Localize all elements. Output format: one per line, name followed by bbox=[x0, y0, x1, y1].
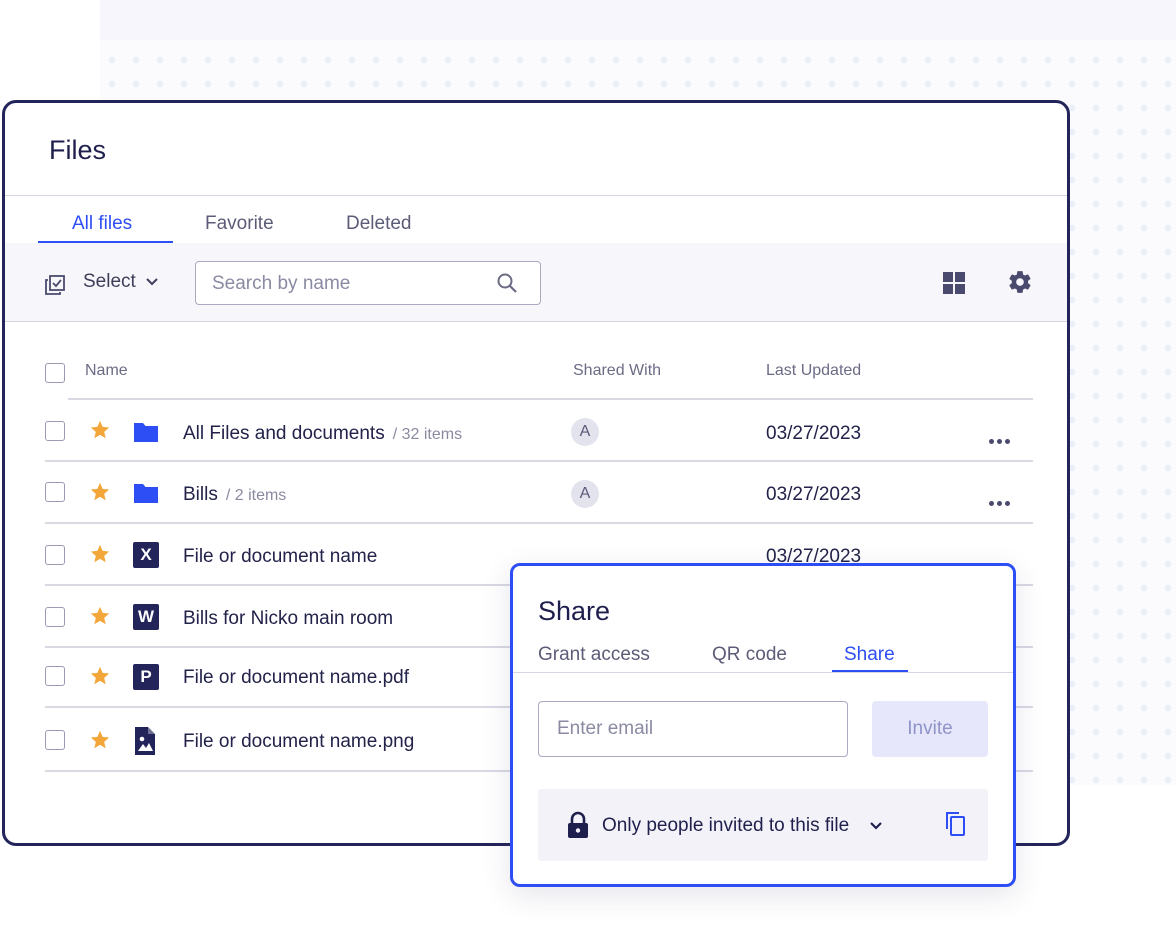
tab-deleted[interactable]: Deleted bbox=[346, 213, 412, 235]
more-options-icon[interactable] bbox=[989, 555, 1015, 568]
row-checkbox[interactable] bbox=[45, 482, 65, 502]
file-name[interactable]: File or document name bbox=[183, 546, 377, 568]
file-name[interactable]: File or document name.pdf bbox=[183, 667, 409, 689]
row-checkbox[interactable] bbox=[45, 607, 65, 627]
select-all-checkbox[interactable] bbox=[45, 363, 65, 383]
row-divider bbox=[45, 522, 1033, 524]
folder-icon bbox=[134, 484, 158, 503]
table-row[interactable]: Bills / 2 items A 03/27/2023 bbox=[5, 463, 1067, 523]
star-icon[interactable] bbox=[89, 419, 111, 441]
header-row-divider bbox=[68, 398, 1033, 400]
file-name[interactable]: Bills for Nicko main room bbox=[183, 608, 393, 630]
page-title: Files bbox=[49, 135, 107, 165]
star-icon[interactable] bbox=[89, 543, 111, 565]
background-band bbox=[100, 0, 1176, 40]
row-divider bbox=[45, 460, 1033, 462]
tab-qr-code[interactable]: QR code bbox=[712, 644, 787, 666]
toolbar-divider bbox=[5, 321, 1067, 322]
search-icon[interactable] bbox=[496, 272, 518, 294]
star-icon[interactable] bbox=[89, 481, 111, 503]
column-header-name[interactable]: Name bbox=[85, 362, 128, 380]
table-row[interactable]: All Files and documents / 32 items A 03/2… bbox=[5, 401, 1067, 461]
share-tabs-divider bbox=[513, 672, 1013, 673]
column-header-shared-with[interactable]: Shared With bbox=[573, 362, 661, 380]
more-options-icon[interactable] bbox=[989, 431, 1015, 444]
access-level-dropdown[interactable]: Only people invited to this file bbox=[538, 789, 988, 861]
tab-all-files[interactable]: All files bbox=[72, 213, 132, 235]
tab-favorite[interactable]: Favorite bbox=[205, 213, 274, 235]
header-divider bbox=[5, 195, 1067, 196]
row-checkbox[interactable] bbox=[45, 421, 65, 441]
file-name[interactable]: All Files and documents / 32 items bbox=[183, 423, 462, 445]
image-file-icon bbox=[135, 727, 155, 755]
file-name-text[interactable]: Bills bbox=[183, 484, 218, 505]
excel-file-icon: X bbox=[133, 542, 159, 568]
select-checkbox-icon[interactable] bbox=[43, 273, 67, 297]
share-dialog-title: Share bbox=[538, 596, 611, 626]
star-icon[interactable] bbox=[89, 729, 111, 751]
row-checkbox[interactable] bbox=[45, 666, 65, 686]
tab-grant-access[interactable]: Grant access bbox=[538, 644, 650, 666]
chevron-down-icon[interactable] bbox=[144, 273, 160, 289]
file-name[interactable]: Bills / 2 items bbox=[183, 484, 286, 506]
folder-icon bbox=[134, 423, 158, 442]
file-name[interactable]: File or document name.png bbox=[183, 731, 414, 753]
copy-link-icon[interactable] bbox=[943, 811, 967, 837]
star-icon[interactable] bbox=[89, 605, 111, 627]
search-input[interactable] bbox=[210, 271, 484, 297]
access-level-label[interactable]: Only people invited to this file bbox=[602, 815, 849, 837]
chevron-down-icon[interactable] bbox=[868, 817, 884, 833]
item-count: / 2 items bbox=[225, 487, 287, 504]
share-dialog: Share Grant access QR code Share Invite … bbox=[510, 563, 1016, 887]
select-dropdown[interactable]: Select bbox=[83, 271, 136, 293]
active-tab-indicator bbox=[832, 670, 908, 672]
grid-view-icon[interactable] bbox=[942, 271, 966, 295]
item-count: / 32 items bbox=[392, 426, 463, 443]
invite-button[interactable]: Invite bbox=[872, 701, 988, 757]
column-header-last-updated[interactable]: Last Updated bbox=[766, 362, 861, 380]
word-file-icon: W bbox=[133, 604, 159, 630]
last-updated-date: 03/27/2023 bbox=[766, 423, 862, 444]
toolbar: Select bbox=[5, 243, 1067, 321]
search-box bbox=[195, 261, 541, 305]
row-checkbox[interactable] bbox=[45, 545, 65, 565]
avatar[interactable]: A bbox=[571, 480, 599, 508]
last-updated-date: 03/27/2023 bbox=[766, 484, 862, 505]
powerpoint-file-icon: P bbox=[133, 664, 159, 690]
more-options-icon[interactable] bbox=[989, 493, 1015, 506]
email-field[interactable] bbox=[538, 701, 848, 757]
star-icon[interactable] bbox=[89, 665, 111, 687]
avatar[interactable]: A bbox=[571, 418, 599, 446]
row-checkbox[interactable] bbox=[45, 730, 65, 750]
file-name-text[interactable]: All Files and documents bbox=[183, 423, 385, 444]
gear-icon[interactable] bbox=[1007, 269, 1033, 295]
tab-share[interactable]: Share bbox=[844, 644, 895, 666]
lock-icon bbox=[568, 811, 588, 838]
